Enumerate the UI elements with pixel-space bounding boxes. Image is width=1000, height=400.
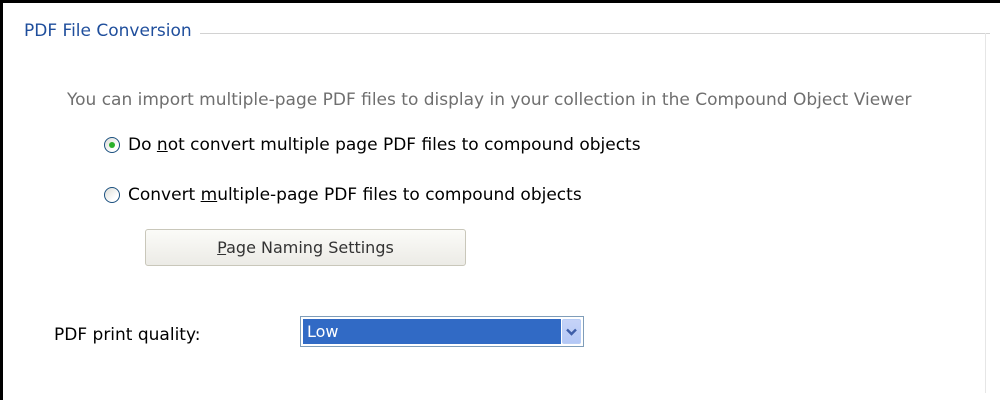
- chevron-down-icon[interactable]: [562, 319, 581, 344]
- radio-dot: [109, 142, 115, 148]
- label-part: ot convert multiple page PDF files to co…: [167, 135, 641, 155]
- description-text: You can import multiple-page PDF files t…: [67, 90, 912, 110]
- print-quality-select[interactable]: Low: [300, 316, 584, 347]
- group-title: PDF File Conversion: [24, 21, 200, 41]
- radio-unselected-icon[interactable]: [104, 187, 120, 203]
- page-naming-settings-button[interactable]: Page Naming Settings: [145, 229, 466, 266]
- mnemonic-letter: P: [217, 238, 227, 257]
- print-quality-label: PDF print quality:: [54, 325, 201, 345]
- group-box-header: PDF File Conversion: [24, 21, 990, 43]
- label-part: Convert: [128, 185, 201, 205]
- radio-do-not-convert-label[interactable]: Do not convert multiple page PDF files t…: [128, 135, 641, 155]
- group-divider-right: [985, 33, 986, 393]
- radio-selected-icon[interactable]: [104, 137, 120, 153]
- radio-do-not-convert[interactable]: Do not convert multiple page PDF files t…: [104, 134, 641, 156]
- mnemonic-letter: m: [200, 185, 218, 205]
- button-label: age Naming Settings: [226, 238, 394, 257]
- print-quality-value[interactable]: Low: [303, 319, 561, 344]
- radio-convert[interactable]: Convert multiple-page PDF files to compo…: [104, 184, 582, 206]
- label-part: Do: [128, 135, 157, 155]
- radio-convert-label[interactable]: Convert multiple-page PDF files to compo…: [128, 185, 582, 205]
- label-part: ultiple-page PDF files to compound objec…: [217, 185, 582, 205]
- mnemonic-letter: n: [156, 135, 168, 155]
